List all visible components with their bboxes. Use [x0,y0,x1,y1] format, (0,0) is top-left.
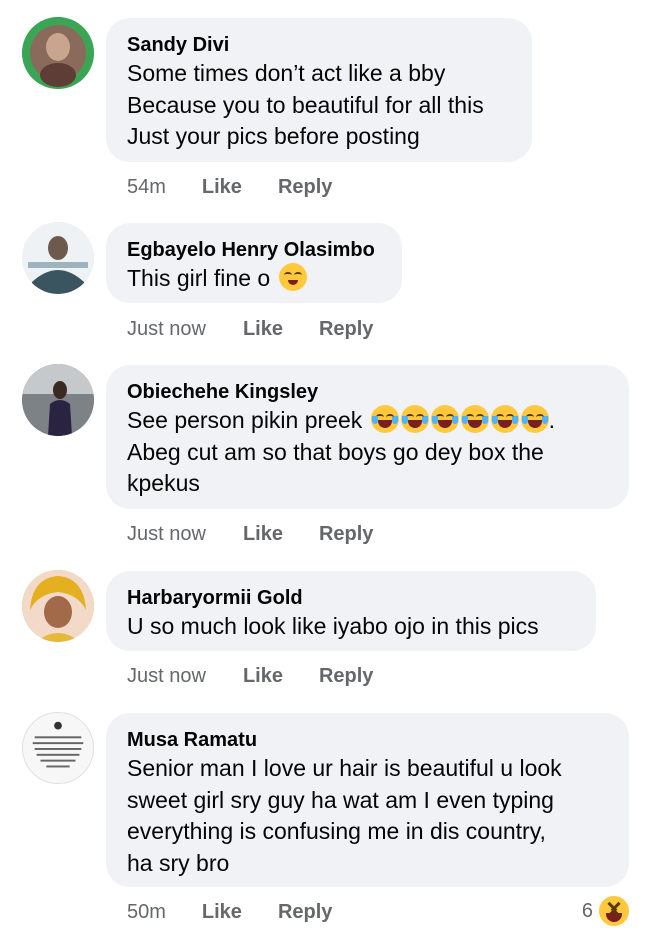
comment-line: sweet girl sry guy ha wat am I even typi… [127,786,554,813]
like-button[interactable]: Like [243,523,283,546]
comment-actions: Just now Like Reply [127,523,409,546]
comment-line: everything is confusing me in dis countr… [127,818,546,844]
avatar[interactable] [22,712,94,784]
comment-line: See person pikin preek . [127,405,609,437]
comment-actions: 50m Like Reply [127,901,368,924]
smiling-face-with-hearts-icon [278,263,307,291]
comment-line: ha sry bro [127,849,230,876]
like-button[interactable]: Like [243,665,283,688]
comment-line: This girl fine o [127,263,382,295]
like-button[interactable]: Like [202,901,242,924]
comment-author[interactable]: Harbaryormii Gold [127,585,576,611]
avatar-image [22,17,94,89]
comment-text-trailing: . [548,407,556,433]
timestamp[interactable]: Just now [127,665,206,688]
timestamp[interactable]: 54m [127,176,166,199]
comment-text: This girl fine o [127,265,271,291]
comment-line: Abeg cut am so that boys go dey box the [127,438,544,465]
comment-line: Because you to beautiful for all this [127,91,484,118]
avatar-image [23,713,93,783]
rolling-laughing-icon [400,405,429,433]
comment-author[interactable]: Musa Ramatu [127,727,609,753]
reply-button[interactable]: Reply [278,176,332,199]
avatar[interactable] [22,222,94,294]
reply-button[interactable]: Reply [319,523,373,546]
comment-bubble: Sandy Divi Some times don’t act like a b… [106,18,532,162]
comment-line: Senior man I love ur hair is beautiful u… [127,755,562,781]
comment-line: Some times don’t act like a bby [127,60,446,86]
reply-button[interactable]: Reply [278,901,332,924]
comment-line: kpekus [127,470,200,496]
avatar[interactable] [22,364,94,436]
comment-line: Just your pics before posting [127,123,420,149]
avatar-image [22,222,94,294]
timestamp[interactable]: 50m [127,901,166,924]
comment-author[interactable]: Egbayelo Henry Olasimbo [127,237,382,263]
avatar[interactable] [22,17,94,89]
laughing-face-icon [599,896,629,926]
comment-actions: Just now Like Reply [127,665,409,688]
comment-actions: Just now Like Reply [127,318,409,341]
comment-text: See person pikin preek [127,407,363,433]
like-button[interactable]: Like [243,318,283,341]
reaction-summary[interactable]: 6 [582,896,629,926]
like-button[interactable]: Like [202,176,242,199]
rolling-laughing-icon [430,405,459,433]
comment-bubble: Harbaryormii Gold U so much look like iy… [106,571,596,651]
comment-actions: 54m Like Reply [127,176,368,199]
avatar-image [22,570,94,642]
comment-line: U so much look like iyabo ojo in this pi… [127,613,539,639]
avatar-image [22,364,94,436]
reply-button[interactable]: Reply [319,318,373,341]
comment-bubble: Egbayelo Henry Olasimbo This girl fine o [106,223,402,303]
rolling-laughing-icon [370,405,399,433]
comment-bubble: Obiechehe Kingsley See person pikin pree… [106,365,629,509]
reaction-count: 6 [581,899,593,922]
comment-bubble: Musa Ramatu Senior man I love ur hair is… [106,713,629,887]
rolling-laughing-icon [490,405,519,433]
avatar[interactable] [22,570,94,642]
rolling-laughing-icon [520,405,549,433]
timestamp[interactable]: Just now [127,318,206,341]
comment-author[interactable]: Obiechehe Kingsley [127,379,609,405]
rolling-laughing-icon [460,405,489,433]
comment-author[interactable]: Sandy Divi [127,32,512,58]
timestamp[interactable]: Just now [127,523,206,546]
reply-button[interactable]: Reply [319,665,373,688]
